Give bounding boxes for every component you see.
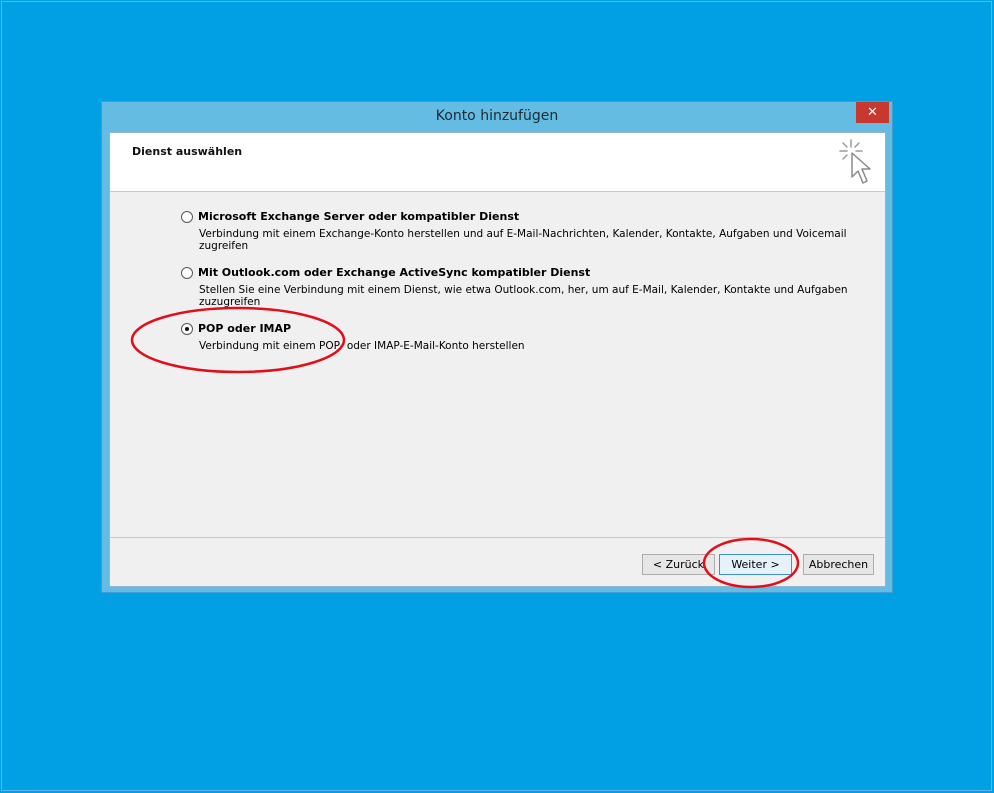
wizard-cursor-icon <box>839 139 871 184</box>
dialog-title: Konto hinzufügen <box>435 108 559 124</box>
footer-separator <box>110 537 885 538</box>
option-outlook-activesync-label[interactable]: Mit Outlook.com oder Exchange ActiveSync… <box>198 266 590 279</box>
option-pop-imap-label[interactable]: POP oder IMAP <box>198 322 291 335</box>
radio-pop-imap[interactable] <box>181 323 193 335</box>
option-outlook-activesync-description: Stellen Sie eine Verbindung mit einem Di… <box>199 284 848 308</box>
radio-exchange[interactable] <box>181 211 193 223</box>
option-exchange-description: Verbindung mit einem Exchange-Konto hers… <box>199 228 847 252</box>
title-bar[interactable]: Konto hinzufügen ✕ <box>102 102 892 132</box>
radio-outlook-activesync[interactable] <box>181 267 193 279</box>
add-account-dialog: Konto hinzufügen ✕ Dienst auswählen Micr… <box>101 101 893 593</box>
next-button[interactable]: Weiter > <box>719 554 792 575</box>
wizard-header: Dienst auswählen <box>110 133 885 192</box>
option-exchange-label[interactable]: Microsoft Exchange Server oder kompatibl… <box>198 210 519 223</box>
cancel-button[interactable]: Abbrechen <box>803 554 874 575</box>
close-button[interactable]: ✕ <box>856 102 889 123</box>
option-pop-imap-description: Verbindung mit einem POP- oder IMAP-E-Ma… <box>199 340 525 352</box>
back-button[interactable]: < Zurück <box>642 554 715 575</box>
dialog-content: Dienst auswählen Microsoft Exchange Serv… <box>109 132 886 587</box>
page-title: Dienst auswählen <box>132 145 243 158</box>
